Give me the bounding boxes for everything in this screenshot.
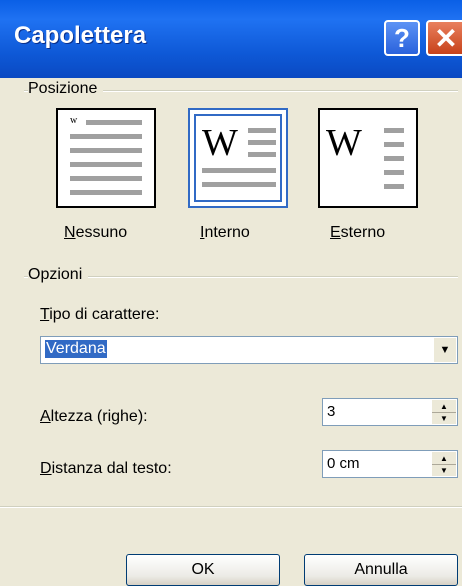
preview-line — [202, 182, 276, 187]
preview-line — [384, 170, 404, 175]
preview-line — [70, 176, 142, 181]
text-distance-label: Distanza dal testo: — [40, 460, 172, 477]
height-lines-spinner[interactable]: 3 ▲ ▼ — [322, 398, 458, 426]
font-type-select[interactable]: Verdana ▼ — [40, 336, 458, 364]
text-distance-spinner[interactable]: 0 cm ▲ ▼ — [322, 450, 458, 478]
close-button[interactable]: ✕ — [426, 20, 462, 56]
font-type-label: Tipo di carattere: — [40, 306, 160, 323]
preview-line — [86, 120, 142, 125]
spin-down-icon[interactable]: ▼ — [432, 412, 456, 424]
separator — [0, 506, 462, 508]
help-button[interactable]: ? — [384, 20, 420, 56]
preview-line — [202, 168, 276, 173]
opzioni-group-line — [24, 276, 458, 278]
ok-button[interactable]: OK — [126, 554, 280, 586]
preview-line — [70, 134, 142, 139]
preview-small-letter: w — [70, 115, 78, 126]
preview-line — [70, 148, 142, 153]
height-lines-label: Altezza (righe): — [40, 408, 148, 425]
dialog-body: Posizione w Nessuno W Interno W Esterno … — [0, 78, 462, 586]
preview-line — [384, 142, 404, 147]
preview-line — [248, 140, 276, 145]
opzioni-group-label: Opzioni — [28, 266, 89, 284]
preview-line — [384, 156, 404, 161]
option-label-nessuno: Nessuno — [64, 224, 128, 241]
cancel-button[interactable]: Annulla — [304, 554, 458, 586]
preview-line — [248, 152, 276, 157]
preview-line — [384, 128, 404, 133]
spin-buttons: ▲ ▼ — [432, 400, 456, 424]
help-icon: ? — [394, 22, 410, 53]
preview-dropcap-letter: W — [326, 122, 362, 164]
window-title: Capolettera — [14, 22, 147, 49]
position-option-nessuno[interactable]: w — [56, 108, 156, 208]
font-type-value: Verdana — [45, 340, 107, 358]
text-distance-value[interactable]: 0 cm — [327, 455, 360, 472]
posizione-group-label: Posizione — [28, 80, 104, 98]
position-option-esterno[interactable]: W — [318, 108, 418, 208]
spin-buttons: ▲ ▼ — [432, 452, 456, 476]
close-icon: ✕ — [434, 22, 458, 54]
height-lines-value[interactable]: 3 — [327, 403, 335, 420]
preview-dropcap-letter: W — [202, 122, 238, 164]
preview-line — [70, 162, 142, 167]
position-option-interno[interactable]: W — [188, 108, 288, 208]
preview-line — [384, 184, 404, 189]
spin-down-icon[interactable]: ▼ — [432, 464, 456, 476]
preview-line — [70, 190, 142, 195]
chevron-down-icon[interactable]: ▼ — [433, 338, 456, 362]
title-bar[interactable]: Capolettera ? ✕ — [0, 0, 462, 78]
preview-line — [248, 128, 276, 133]
option-label-esterno: Esterno — [330, 224, 386, 241]
option-label-interno: Interno — [200, 224, 250, 241]
